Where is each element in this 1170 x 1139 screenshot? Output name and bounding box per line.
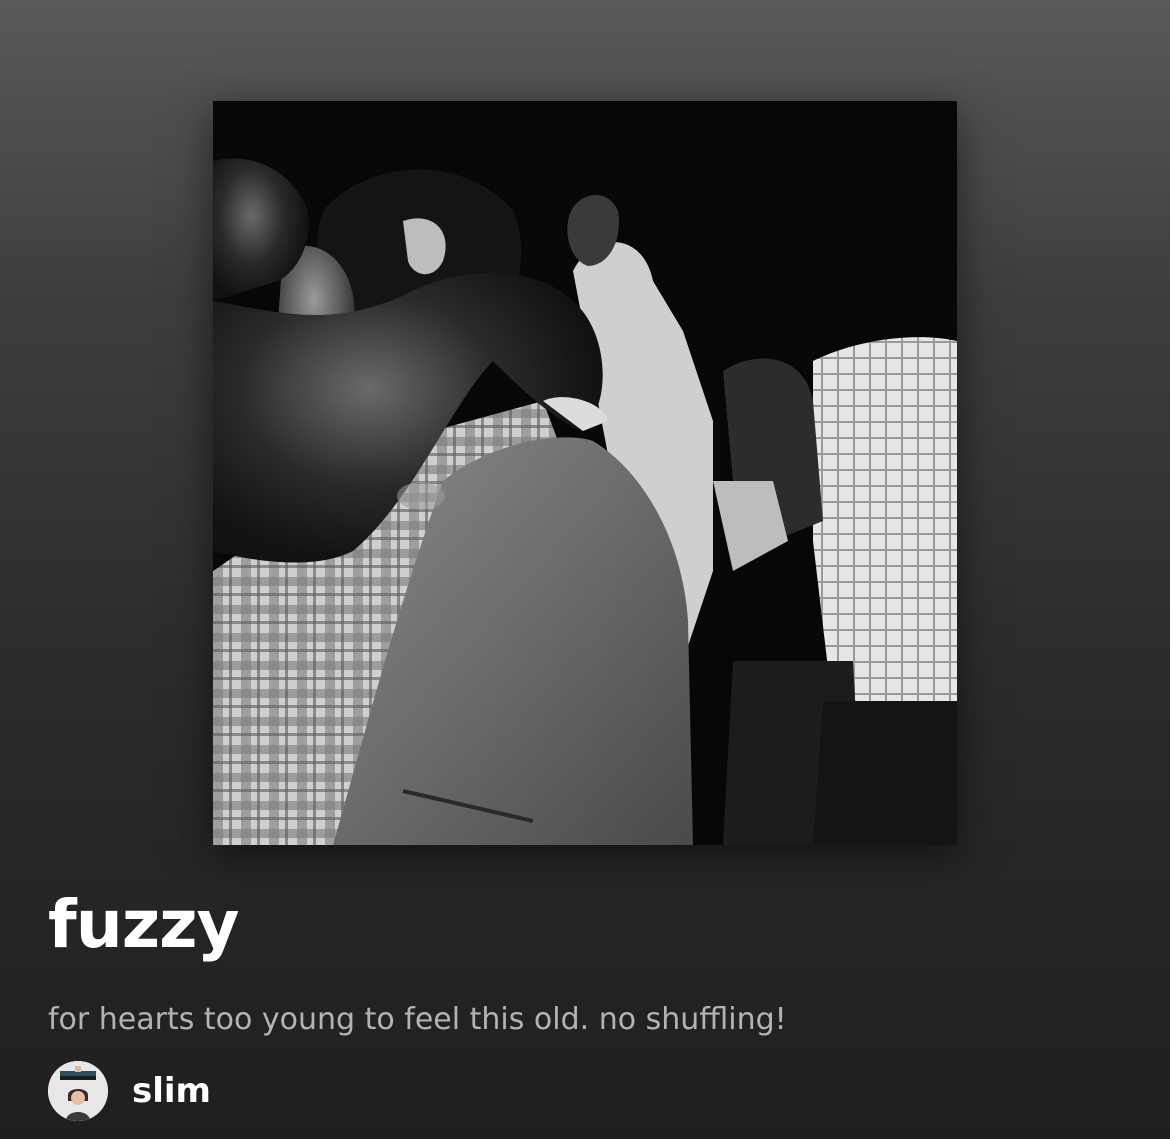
user-avatar[interactable] (48, 1061, 108, 1121)
playlist-cover[interactable] (213, 101, 957, 845)
playlist-cover-photo (213, 101, 957, 845)
playlist-description: for hearts too young to feel this old. n… (48, 1002, 787, 1037)
owner-name[interactable]: slim (132, 1071, 211, 1111)
playlist-title: fuzzy (48, 886, 240, 963)
playlist-owner[interactable]: slim (48, 1061, 211, 1121)
